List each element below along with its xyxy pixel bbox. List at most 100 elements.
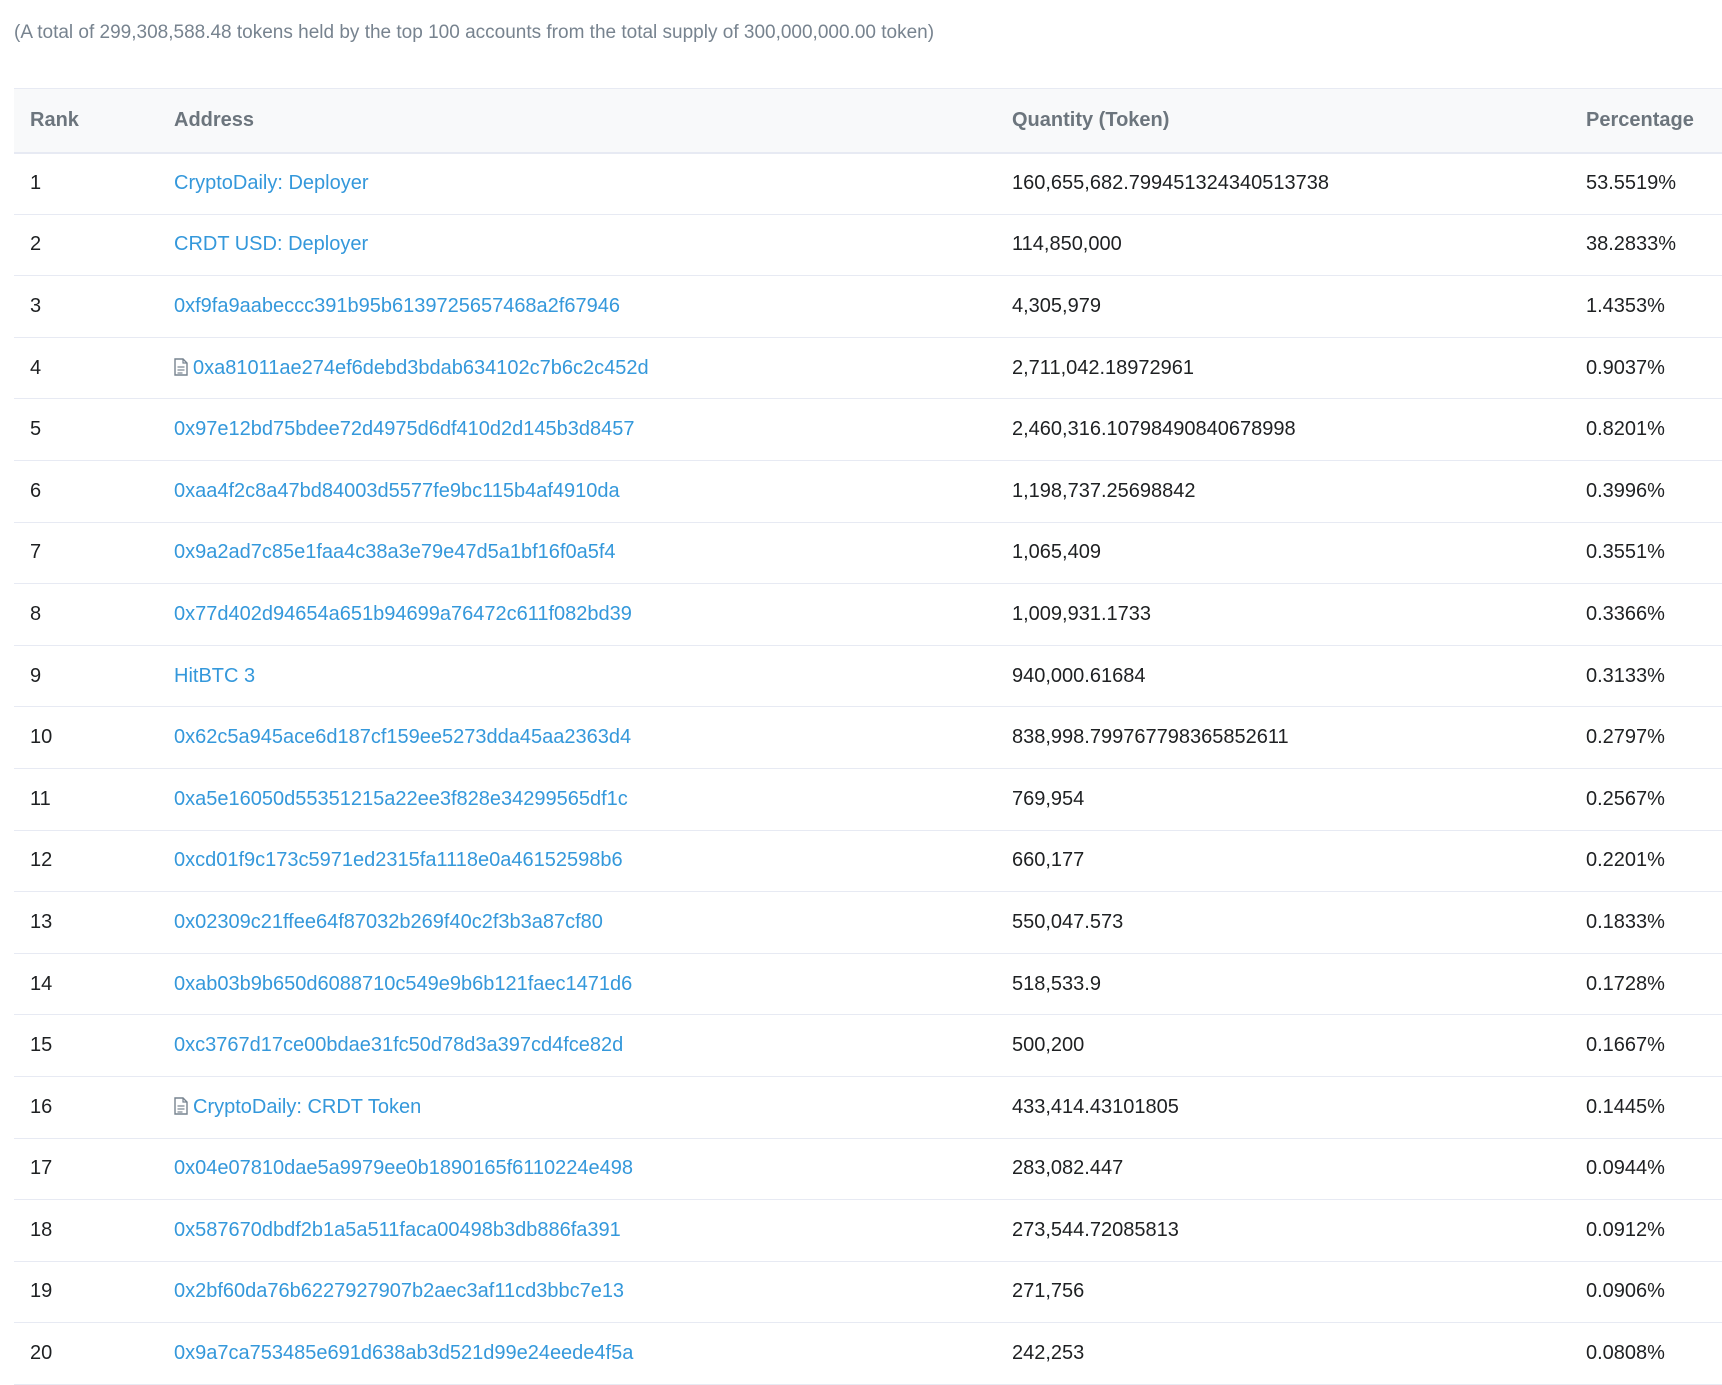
quantity-cell: 518,533.9 [996, 953, 1570, 1016]
address-link[interactable]: 0xab03b9b650d6088710c549e9b6b121faec1471… [174, 973, 632, 995]
rank-cell: 13 [14, 891, 158, 954]
holders-summary: (A total of 299,308,588.48 tokens held b… [14, 22, 935, 43]
table-header-row: Rank Address Quantity (Token) Percentage [14, 88, 1722, 154]
quantity-cell: 2,460,316.10798490840678998 [996, 398, 1570, 461]
quantity-cell: 433,414.43101805 [996, 1076, 1570, 1139]
quantity-cell: 242,253 [996, 1322, 1570, 1385]
percentage-cell: 0.0912% [1570, 1199, 1722, 1262]
rank-cell: 6 [14, 460, 158, 523]
address-cell: CRDT USD: Deployer [158, 214, 996, 277]
address-cell: 0x77d402d94654a651b94699a76472c611f082bd… [158, 583, 996, 646]
table-row: 16 CryptoDaily: CRDT Token 433,414.4310180… [14, 1076, 1722, 1139]
address-link[interactable]: 0xa5e16050d55351215a22ee3f828e34299565df… [174, 788, 628, 810]
address-cell: 0x97e12bd75bdee72d4975d6df410d2d145b3d84… [158, 398, 996, 461]
rank-cell: 16 [14, 1076, 158, 1139]
address-cell: HitBTC 3 [158, 645, 996, 708]
percentage-cell: 0.2201% [1570, 830, 1722, 893]
table-row: 10 0x62c5a945ace6d187cf159ee5273dda45aa23… [14, 706, 1722, 769]
rank-cell: 19 [14, 1261, 158, 1324]
quantity-cell: 1,009,931.1733 [996, 583, 1570, 646]
percentage-cell: 0.1445% [1570, 1076, 1722, 1139]
table-row: 7 0x9a2ad7c85e1faa4c38a3e79e47d5a1bf16f0a… [14, 522, 1722, 585]
percentage-cell: 0.1667% [1570, 1014, 1722, 1077]
quantity-cell: 660,177 [996, 830, 1570, 893]
rank-cell: 12 [14, 830, 158, 893]
percentage-cell: 0.0808% [1570, 1322, 1722, 1385]
address-cell: 0xf9fa9aabeccc391b95b6139725657468a2f679… [158, 275, 996, 338]
address-link[interactable]: HitBTC 3 [174, 665, 255, 687]
percentage-cell: 0.2567% [1570, 768, 1722, 831]
percentage-cell: 0.8201% [1570, 398, 1722, 461]
address-cell: 0x04e07810dae5a9979ee0b1890165f6110224e4… [158, 1138, 996, 1201]
table-row: 9 HitBTC 3 940,000.61684 0.3133% [14, 645, 1722, 708]
address-link[interactable]: 0x587670dbdf2b1a5a511faca00498b3db886fa3… [174, 1219, 621, 1241]
address-link[interactable]: 0x02309c21ffee64f87032b269f40c2f3b3a87cf… [174, 911, 603, 933]
quantity-cell: 2,711,042.18972961 [996, 337, 1570, 400]
rank-cell: 2 [14, 214, 158, 277]
rank-cell: 10 [14, 706, 158, 769]
table-row: 18 0x587670dbdf2b1a5a511faca00498b3db886f… [14, 1199, 1722, 1262]
rank-cell: 20 [14, 1322, 158, 1385]
contract-icon [174, 1097, 188, 1115]
token-holders-table: Rank Address Quantity (Token) Percentage… [14, 88, 1722, 1385]
address-link[interactable]: CryptoDaily: Deployer [174, 172, 369, 194]
address-link[interactable]: CRDT USD: Deployer [174, 233, 368, 255]
address-link[interactable]: 0xf9fa9aabeccc391b95b6139725657468a2f679… [174, 295, 620, 317]
percentage-cell: 1.4353% [1570, 275, 1722, 338]
address-cell: 0xcd01f9c173c5971ed2315fa1118e0a46152598… [158, 830, 996, 893]
quantity-cell: 838,998.799767798365852611 [996, 706, 1570, 769]
percentage-cell: 0.2797% [1570, 706, 1722, 769]
address-cell: 0x02309c21ffee64f87032b269f40c2f3b3a87cf… [158, 891, 996, 954]
percentage-cell: 0.3133% [1570, 645, 1722, 708]
table-row: 14 0xab03b9b650d6088710c549e9b6b121faec14… [14, 953, 1722, 1016]
address-cell: 0xaa4f2c8a47bd84003d5577fe9bc115b4af4910… [158, 460, 996, 523]
table-row: 1 CryptoDaily: Deployer 160,655,682.799451… [14, 152, 1722, 215]
table-body: 1 CryptoDaily: Deployer 160,655,682.799451… [14, 152, 1722, 1385]
address-link[interactable]: 0xc3767d17ce00bdae31fc50d78d3a397cd4fce8… [174, 1034, 623, 1056]
table-row: 19 0x2bf60da76b6227927907b2aec3af11cd3bbc… [14, 1261, 1722, 1324]
quantity-cell: 769,954 [996, 768, 1570, 831]
address-link[interactable]: 0xcd01f9c173c5971ed2315fa1118e0a46152598… [174, 849, 623, 871]
address-link[interactable]: 0xaa4f2c8a47bd84003d5577fe9bc115b4af4910… [174, 480, 620, 502]
table-row: 12 0xcd01f9c173c5971ed2315fa1118e0a461525… [14, 830, 1722, 893]
address-cell: CryptoDaily: CRDT Token [158, 1076, 996, 1139]
address-cell: 0x9a7ca753485e691d638ab3d521d99e24eede4f… [158, 1322, 996, 1385]
address-link[interactable]: CryptoDaily: CRDT Token [193, 1096, 421, 1118]
percentage-cell: 53.5519% [1570, 152, 1722, 215]
address-link[interactable]: 0x2bf60da76b6227927907b2aec3af11cd3bbc7e… [174, 1280, 624, 1302]
rank-cell: 3 [14, 275, 158, 338]
quantity-cell: 1,198,737.25698842 [996, 460, 1570, 523]
column-header-percentage: Percentage [1570, 88, 1722, 154]
address-cell: 0x9a2ad7c85e1faa4c38a3e79e47d5a1bf16f0a5… [158, 522, 996, 585]
address-cell: 0xa5e16050d55351215a22ee3f828e34299565df… [158, 768, 996, 831]
address-link[interactable]: 0x97e12bd75bdee72d4975d6df410d2d145b3d84… [174, 418, 634, 440]
quantity-cell: 271,756 [996, 1261, 1570, 1324]
rank-cell: 1 [14, 152, 158, 215]
address-link[interactable]: 0x9a2ad7c85e1faa4c38a3e79e47d5a1bf16f0a5… [174, 541, 616, 563]
address-cell: CryptoDaily: Deployer [158, 152, 996, 215]
address-cell: 0xc3767d17ce00bdae31fc50d78d3a397cd4fce8… [158, 1014, 996, 1077]
table-row: 2 CRDT USD: Deployer 114,850,000 38.2833% [14, 214, 1722, 277]
address-link[interactable]: 0x04e07810dae5a9979ee0b1890165f6110224e4… [174, 1157, 633, 1179]
quantity-cell: 940,000.61684 [996, 645, 1570, 708]
quantity-cell: 114,850,000 [996, 214, 1570, 277]
quantity-cell: 160,655,682.799451324340513738 [996, 152, 1570, 215]
percentage-cell: 0.1833% [1570, 891, 1722, 954]
percentage-cell: 0.0906% [1570, 1261, 1722, 1324]
percentage-cell: 0.9037% [1570, 337, 1722, 400]
percentage-cell: 0.3366% [1570, 583, 1722, 646]
table-row: 15 0xc3767d17ce00bdae31fc50d78d3a397cd4fc… [14, 1014, 1722, 1077]
address-link[interactable]: 0x9a7ca753485e691d638ab3d521d99e24eede4f… [174, 1342, 633, 1364]
column-header-rank: Rank [14, 88, 158, 154]
table-row: 17 0x04e07810dae5a9979ee0b1890165f6110224… [14, 1138, 1722, 1201]
table-row: 5 0x97e12bd75bdee72d4975d6df410d2d145b3d8… [14, 398, 1722, 461]
rank-cell: 17 [14, 1138, 158, 1201]
rank-cell: 4 [14, 337, 158, 400]
address-link[interactable]: 0xa81011ae274ef6debd3bdab634102c7b6c2c45… [193, 357, 649, 379]
address-cell: 0x62c5a945ace6d187cf159ee5273dda45aa2363… [158, 706, 996, 769]
table-row: 3 0xf9fa9aabeccc391b95b6139725657468a2f67… [14, 275, 1722, 338]
rank-cell: 5 [14, 398, 158, 461]
rank-cell: 15 [14, 1014, 158, 1077]
address-link[interactable]: 0x62c5a945ace6d187cf159ee5273dda45aa2363… [174, 726, 631, 748]
address-link[interactable]: 0x77d402d94654a651b94699a76472c611f082bd… [174, 603, 632, 625]
